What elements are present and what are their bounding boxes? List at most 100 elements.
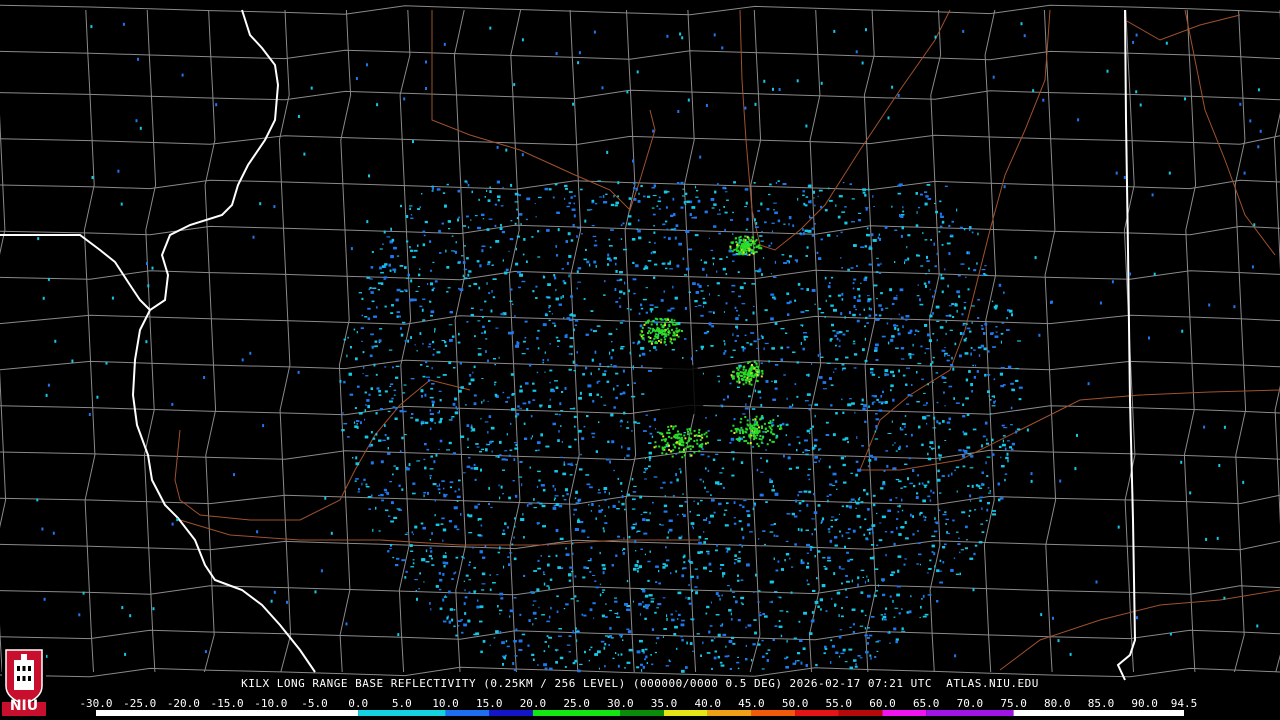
- echo-pixel: [695, 591, 698, 595]
- echo-pixel: [440, 523, 444, 525]
- echo-pixel: [601, 614, 605, 618]
- echo-pixel: [970, 455, 974, 458]
- echo-pixel: [367, 317, 371, 320]
- echo-pixel: [467, 437, 469, 441]
- echo-pixel: [820, 312, 825, 314]
- echo-pixel: [632, 526, 636, 529]
- echo-pixel: [554, 495, 559, 497]
- echo-pixel: [925, 284, 927, 288]
- echo-pixel: [681, 574, 685, 578]
- echo-pixel: [824, 567, 828, 570]
- echo-pixel: [424, 443, 427, 446]
- echo-pixel: [1076, 433, 1078, 437]
- echo-pixel: [881, 515, 886, 519]
- echo-pixel: [838, 565, 841, 569]
- echo-pixel: [865, 316, 868, 319]
- echo-pixel: [721, 46, 724, 50]
- echo-pixel: [532, 623, 534, 626]
- echo-pixel: [562, 472, 567, 476]
- echo-pixel: [970, 347, 973, 349]
- echo-pixel: [870, 656, 872, 660]
- echo-pixel: [613, 257, 617, 260]
- echo-pixel: [592, 399, 595, 403]
- echo-pixel: [566, 644, 571, 646]
- echo-pixel: [36, 498, 39, 502]
- echo-pixel: [537, 664, 539, 666]
- echo-pixel: [666, 431, 669, 434]
- echo-pixel: [864, 359, 868, 363]
- echo-pixel: [711, 667, 713, 670]
- echo-pixel: [549, 615, 551, 619]
- echo-pixel: [576, 287, 578, 290]
- echo-pixel: [591, 432, 596, 435]
- echo-pixel: [648, 451, 652, 455]
- echo-pixel: [649, 550, 651, 553]
- echo-pixel: [1015, 367, 1019, 369]
- echo-pixel: [765, 652, 769, 655]
- echo-pixel: [880, 292, 883, 295]
- echo-pixel: [774, 322, 778, 325]
- echo-pixel: [419, 305, 423, 308]
- echo-pixel: [874, 568, 879, 570]
- echo-pixel: [853, 367, 857, 369]
- echo-pixel: [682, 357, 684, 359]
- echo-pixel: [581, 613, 584, 616]
- echo-pixel: [674, 227, 677, 231]
- echo-pixel: [967, 288, 970, 291]
- echo-pixel: [734, 554, 737, 557]
- echo-pixel: [774, 591, 778, 593]
- echo-pixel: [929, 499, 932, 502]
- echo-pixel: [434, 499, 436, 502]
- echo-pixel: [739, 544, 742, 546]
- echo-pixel: [366, 399, 370, 402]
- echo-pixel: [612, 504, 616, 508]
- echo-pixel: [981, 507, 983, 510]
- echo-pixel: [559, 656, 564, 660]
- echo-pixel: [935, 372, 939, 374]
- echo-pixel: [939, 326, 944, 329]
- echo-pixel: [700, 453, 705, 456]
- echo-pixel: [784, 657, 788, 660]
- echo-pixel: [502, 259, 504, 262]
- echo-pixel: [345, 622, 348, 626]
- echo-pixel: [841, 607, 843, 610]
- echo-pixel: [455, 571, 457, 574]
- echo-pixel: [1189, 491, 1192, 495]
- echo-pixel: [518, 286, 521, 289]
- echo-pixel: [724, 228, 726, 232]
- echo-pixel: [409, 544, 413, 547]
- echo-pixel: [1026, 428, 1029, 432]
- echo-pixel: [484, 421, 489, 423]
- echo-pixel: [808, 478, 811, 481]
- echo-pixel: [971, 231, 974, 234]
- echo-pixel: [352, 457, 354, 459]
- echo-pixel: [918, 553, 922, 556]
- echo-pixel: [646, 519, 650, 522]
- echo-pixel: [562, 495, 565, 497]
- echo-pixel: [972, 364, 974, 367]
- echo-pixel: [572, 552, 574, 555]
- echo-pixel: [442, 528, 447, 532]
- echo-pixel: [360, 421, 362, 425]
- echo-pixel: [568, 445, 572, 448]
- echo-pixel: [936, 600, 939, 603]
- echo-pixel: [709, 625, 713, 627]
- echo-pixel: [645, 655, 648, 659]
- echo-pixel: [623, 411, 626, 415]
- echo-pixel: [650, 323, 653, 326]
- echo-pixel: [624, 508, 626, 511]
- echo-pixel: [533, 507, 537, 509]
- echo-pixel: [626, 493, 630, 496]
- echo-pixel: [549, 578, 553, 581]
- echo-pixel: [443, 487, 445, 490]
- echo-pixel: [754, 102, 757, 106]
- echo-pixel: [835, 358, 839, 361]
- echo-pixel: [856, 436, 858, 439]
- echo-pixel: [371, 494, 373, 498]
- echo-pixel: [758, 269, 762, 272]
- echo-pixel: [843, 481, 847, 484]
- echo-pixel: [666, 327, 669, 330]
- echo-pixel: [741, 371, 744, 374]
- echo-pixel: [718, 232, 721, 235]
- echo-pixel: [633, 292, 636, 295]
